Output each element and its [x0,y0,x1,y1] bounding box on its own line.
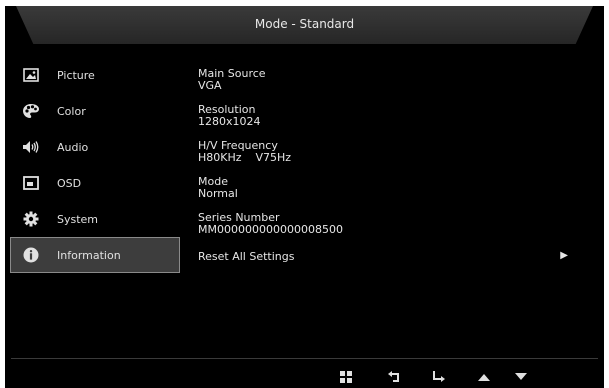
series-number-value: MM000000000000008500 [198,223,343,236]
menu-item-picture[interactable]: Picture [10,57,180,93]
menu-item-label: Information [57,248,121,262]
menu-item-information[interactable]: Information [10,237,180,273]
resolution-value: 1280x1024 [198,115,261,128]
enter-icon[interactable] [426,366,452,388]
mode-title: Mode - Standard [254,17,355,31]
main-source-info: Main Source VGA [198,68,598,104]
menu-item-label: OSD [57,176,82,190]
palette-icon [19,99,43,123]
main-source-value: VGA [198,79,222,92]
title-bar: Mode - Standard [16,6,593,44]
down-arrow-icon[interactable] [508,366,534,388]
footer-divider [11,358,598,359]
speaker-icon [19,135,43,159]
menu-item-label: Audio [57,140,89,154]
reset-all-settings-row[interactable]: Reset All Settings ▶ [198,250,568,263]
reset-all-settings-label: Reset All Settings [198,250,295,263]
picture-icon [19,63,43,87]
osd-menu: Picture Color Audio OSD System Informati… [10,57,180,273]
mode-label: Mode [198,175,228,188]
info-icon [19,243,43,267]
chevron-right-icon: ▶ [560,250,568,261]
back-icon[interactable] [381,366,407,388]
menu-item-label: System [57,212,99,226]
mode-value: Normal [198,187,238,200]
up-arrow-icon[interactable] [471,366,497,388]
menu-item-label: Color [57,104,86,118]
information-panel: Main Source VGA Resolution 1280x1024 H/V… [198,68,598,248]
main-source-label: Main Source [198,67,266,80]
resolution-info: Resolution 1280x1024 [198,104,598,140]
menu-item-system[interactable]: System [10,201,180,237]
frequency-info: H/V Frequency H80KHz V75Hz [198,140,598,176]
menu-grid-icon[interactable] [333,366,359,388]
button-guide-bar [5,366,604,388]
menu-item-color[interactable]: Color [10,93,180,129]
gear-icon [19,207,43,231]
menu-item-osd[interactable]: OSD [10,165,180,201]
mode-info: Mode Normal [198,176,598,212]
menu-item-label: Picture [57,68,95,82]
frequency-value: H80KHz V75Hz [198,151,292,164]
series-number-info: Series Number MM000000000000008500 [198,212,598,248]
menu-item-audio[interactable]: Audio [10,129,180,165]
osd-panel: Mode - Standard Picture Color Audio OSD … [5,6,604,388]
osd-window-icon [19,171,43,195]
